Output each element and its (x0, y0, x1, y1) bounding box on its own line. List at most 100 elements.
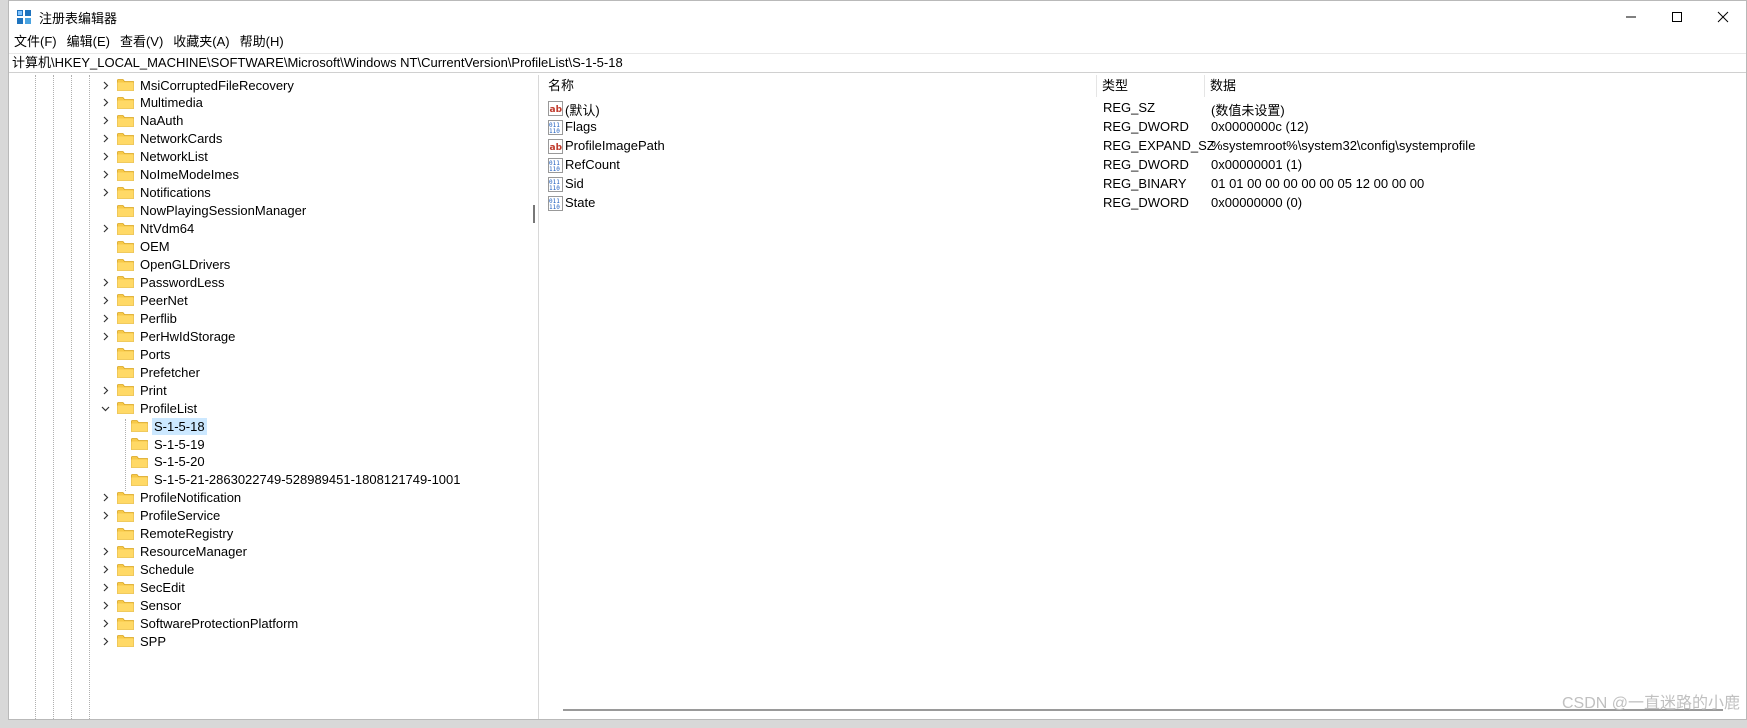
title-bar[interactable]: 注册表编辑器 (9, 1, 1746, 32)
value-row[interactable]: 011 110 Flags REG_DWORD 0x0000000c (12) (543, 118, 1743, 137)
values-pane[interactable]: 名称 类型 数据 ab (默认) REG_SZ (数值未设置) 011 110 Flags R… (543, 75, 1746, 719)
chevron-right-icon[interactable] (99, 510, 111, 522)
registry-editor-icon (17, 10, 31, 24)
value-name: Flags (565, 119, 597, 134)
chevron-right-icon[interactable] (99, 312, 111, 324)
chevron-right-icon[interactable] (99, 492, 111, 504)
window-title: 注册表编辑器 (39, 11, 118, 26)
chevron-right-icon[interactable] (99, 276, 111, 288)
folder-icon (117, 563, 134, 577)
folder-icon (117, 311, 134, 325)
chevron-right-icon[interactable] (99, 294, 111, 306)
chevron-right-icon[interactable] (99, 618, 111, 630)
folder-icon (117, 581, 134, 595)
tree-node-label: NetworkCards (140, 131, 223, 147)
value-row[interactable]: ab ProfileImagePath REG_EXPAND_SZ %systemro… (543, 137, 1743, 156)
svg-text:110: 110 (549, 166, 560, 173)
chevron-right-icon[interactable] (99, 79, 111, 91)
tree-node-label: Prefetcher (140, 364, 200, 380)
value-data: 01 01 00 00 00 00 00 05 12 00 00 00 (1211, 176, 1425, 191)
registry-editor-window: 注册表编辑器 文件(F) 编辑(E) 查看(V) 收藏夹(A) 帮助(H) 计算… (8, 0, 1747, 720)
tree-node-label: OEM (140, 239, 170, 255)
chevron-right-icon[interactable] (99, 635, 111, 647)
tree-node-label: Perflib (140, 310, 177, 326)
folder-icon (117, 96, 134, 110)
value-row[interactable]: 011 110 State REG_DWORD 0x00000000 (0) (543, 194, 1743, 213)
tree-node-label: NaAuth (140, 113, 184, 129)
tree-node-label: ProfileList (140, 400, 198, 416)
chevron-right-icon[interactable] (99, 115, 111, 127)
chevron-right-icon[interactable] (99, 223, 111, 235)
menu-view[interactable]: 查看(V) (115, 32, 168, 52)
menu-favorites[interactable]: 收藏夹(A) (168, 32, 234, 52)
tree-node-label: PeerNet (140, 292, 188, 308)
tree-node-label: ProfileNotification (140, 490, 242, 506)
chevron-right-icon[interactable] (99, 187, 111, 199)
menu-help[interactable]: 帮助(H) (235, 32, 289, 52)
value-name: State (565, 195, 596, 210)
chevron-right-icon[interactable] (99, 384, 111, 396)
chevron-right-icon[interactable] (99, 546, 111, 558)
menu-edit[interactable]: 编辑(E) (62, 32, 115, 52)
menu-file[interactable]: 文件(F) (9, 32, 62, 52)
tree-node-label: SecEdit (140, 580, 185, 596)
chevron-right-icon[interactable] (99, 151, 111, 163)
tree-node-label: S-1-5-20 (154, 454, 205, 470)
chevron-right-icon[interactable] (99, 330, 111, 342)
tree-node-label: MsiCorruptedFileRecovery (140, 77, 294, 93)
tree-node-label: NtVdm64 (140, 221, 195, 237)
value-row[interactable]: 011 110 RefCount REG_DWORD 0x00000001 (1) (543, 156, 1743, 175)
value-name: (默认) (565, 103, 600, 118)
folder-icon (117, 150, 134, 164)
value-data: 0x00000001 (1) (1211, 157, 1303, 172)
folder-icon (117, 258, 134, 272)
tree-node-label: NowPlayingSessionManager (140, 203, 307, 219)
tree-node-label: ProfileService (140, 508, 221, 524)
column-header-data[interactable]: 数据 (1205, 75, 1745, 97)
key-tree-pane[interactable]: MsiCorruptedFileRecovery Multimedia NaAuth… (9, 75, 539, 719)
tree-scrollbar[interactable] (533, 205, 535, 223)
folder-icon (117, 240, 134, 254)
tree-guide-line (53, 75, 54, 719)
minimize-button[interactable] (1608, 1, 1654, 32)
chevron-right-icon[interactable] (99, 600, 111, 612)
folder-icon (117, 114, 134, 128)
column-header-type[interactable]: 类型 (1097, 75, 1205, 97)
folder-icon (117, 491, 134, 505)
string-value-icon: ab (548, 101, 563, 116)
menu-bar: 文件(F) 编辑(E) 查看(V) 收藏夹(A) 帮助(H) (9, 32, 289, 52)
maximize-button[interactable] (1654, 1, 1700, 32)
folder-icon (117, 168, 134, 182)
horizontal-scrollbar[interactable] (563, 709, 1723, 711)
chevron-right-icon[interactable] (99, 169, 111, 181)
column-header-name[interactable]: 名称 (543, 75, 1097, 97)
tree-node-label: SoftwareProtectionPlatform (140, 616, 299, 631)
value-name: ProfileImagePath (565, 138, 665, 153)
chevron-right-icon[interactable] (99, 97, 111, 109)
close-button[interactable] (1700, 1, 1746, 32)
svg-text:110: 110 (549, 185, 560, 192)
tree-node[interactable]: SPP (99, 631, 168, 651)
tree-node-label: SPP (140, 633, 167, 649)
folder-icon (117, 527, 134, 541)
svg-text:ab: ab (550, 105, 563, 115)
chevron-right-icon[interactable] (99, 564, 111, 576)
address-bar[interactable]: 计算机\HKEY_LOCAL_MACHINE\SOFTWARE\Microsof… (9, 53, 1746, 73)
value-type: REG_EXPAND_SZ (1103, 138, 1215, 153)
tree-guide-line (71, 75, 72, 719)
folder-icon (117, 78, 134, 92)
chevron-right-icon[interactable] (99, 582, 111, 594)
chevron-down-icon[interactable] (99, 402, 111, 414)
chevron-right-icon[interactable] (99, 133, 111, 145)
value-type: REG_DWORD (1103, 195, 1189, 210)
tree-node-label: S-1-5-18 (152, 417, 207, 435)
tree-node-label: Sensor (140, 598, 182, 614)
maximize-icon (1672, 11, 1682, 22)
tree-guide-line (35, 75, 36, 719)
value-row[interactable]: 011 110 Sid REG_BINARY 01 01 00 00 00 00 00 … (543, 175, 1743, 194)
tree-node-label: NetworkList (140, 149, 208, 165)
value-type: REG_BINARY (1103, 176, 1187, 191)
value-data: 0x0000000c (12) (1211, 119, 1309, 134)
value-row[interactable]: ab (默认) REG_SZ (数值未设置) (543, 99, 1743, 118)
folder-icon (117, 204, 134, 218)
